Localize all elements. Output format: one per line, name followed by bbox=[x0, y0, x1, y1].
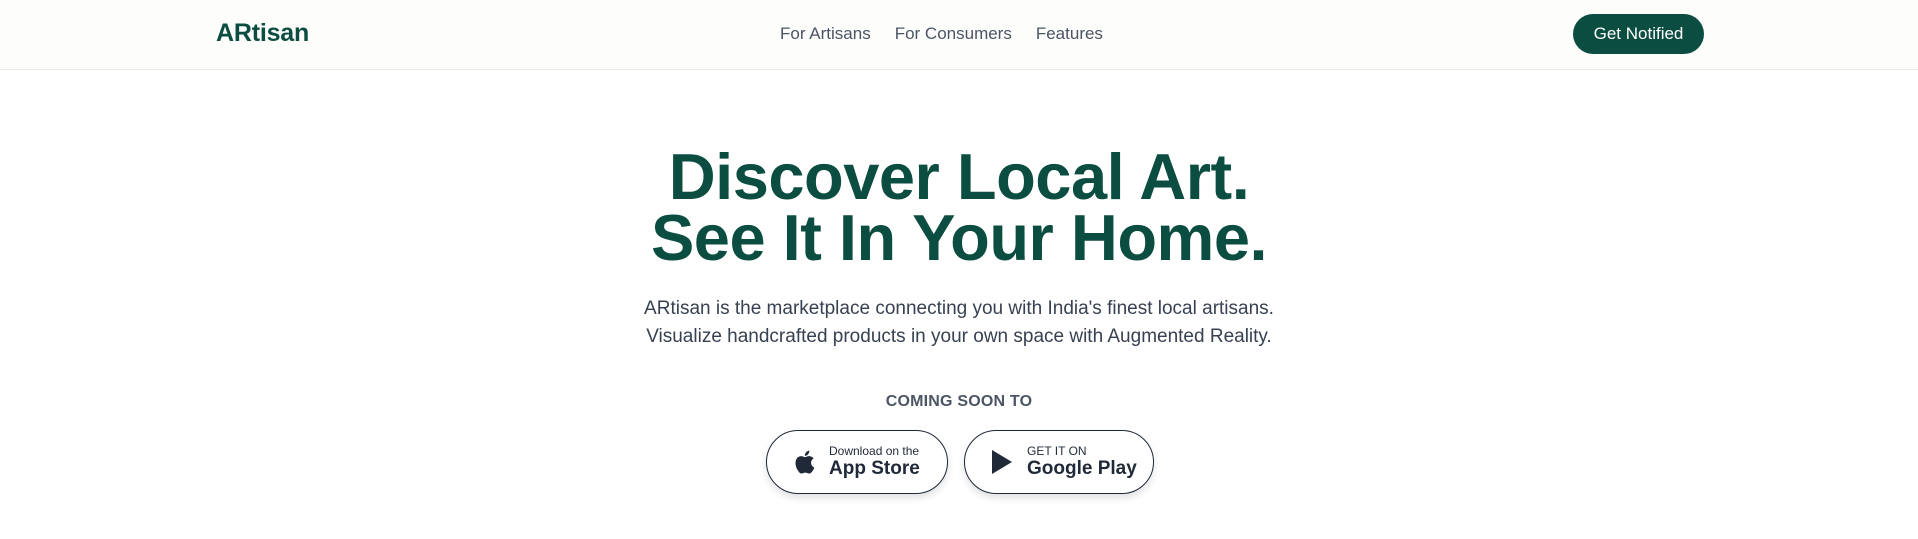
get-notified-button[interactable]: Get Notified bbox=[1573, 14, 1704, 54]
google-play-label: Google Play bbox=[1027, 457, 1137, 479]
app-store-button[interactable]: Download on the App Store bbox=[766, 430, 948, 494]
google-play-button[interactable]: GET IT ON Google Play bbox=[964, 430, 1154, 494]
google-play-text: GET IT ON Google Play bbox=[1027, 443, 1137, 480]
top-navbar: ARtisan For Artisans For Consumers Featu… bbox=[0, 0, 1918, 70]
hero-title: Discover Local Art. See It In Your Home. bbox=[0, 140, 1918, 274]
coming-soon-label: COMING SOON TO bbox=[885, 393, 1033, 410]
brand-logo[interactable]: ARtisan bbox=[216, 19, 309, 48]
hero-subtitle-line-1: ARtisan is the marketplace connecting yo… bbox=[644, 298, 1274, 319]
hero-title-line-2: See It In Your Home. bbox=[650, 201, 1268, 274]
nav-link-for-artisans[interactable]: For Artisans bbox=[780, 24, 871, 44]
hero-title-line-1: Discover Local Art. bbox=[668, 140, 1250, 213]
google-play-small-label: GET IT ON bbox=[1027, 443, 1087, 458]
app-store-small-label: Download on the bbox=[829, 443, 920, 458]
nav-link-for-consumers[interactable]: For Consumers bbox=[895, 24, 1012, 44]
nav-link-features[interactable]: Features bbox=[1036, 24, 1103, 44]
app-store-text: Download on the App Store bbox=[829, 443, 920, 480]
app-store-label: App Store bbox=[829, 457, 920, 479]
hero-subtitle: ARtisan is the marketplace connecting yo… bbox=[0, 295, 1918, 351]
main-nav: For Artisans For Consumers Features bbox=[780, 24, 1103, 44]
hero-subtitle-line-2: Visualize handcrafted products in your o… bbox=[646, 326, 1272, 347]
play-icon bbox=[989, 449, 1015, 475]
apple-icon bbox=[791, 449, 817, 475]
